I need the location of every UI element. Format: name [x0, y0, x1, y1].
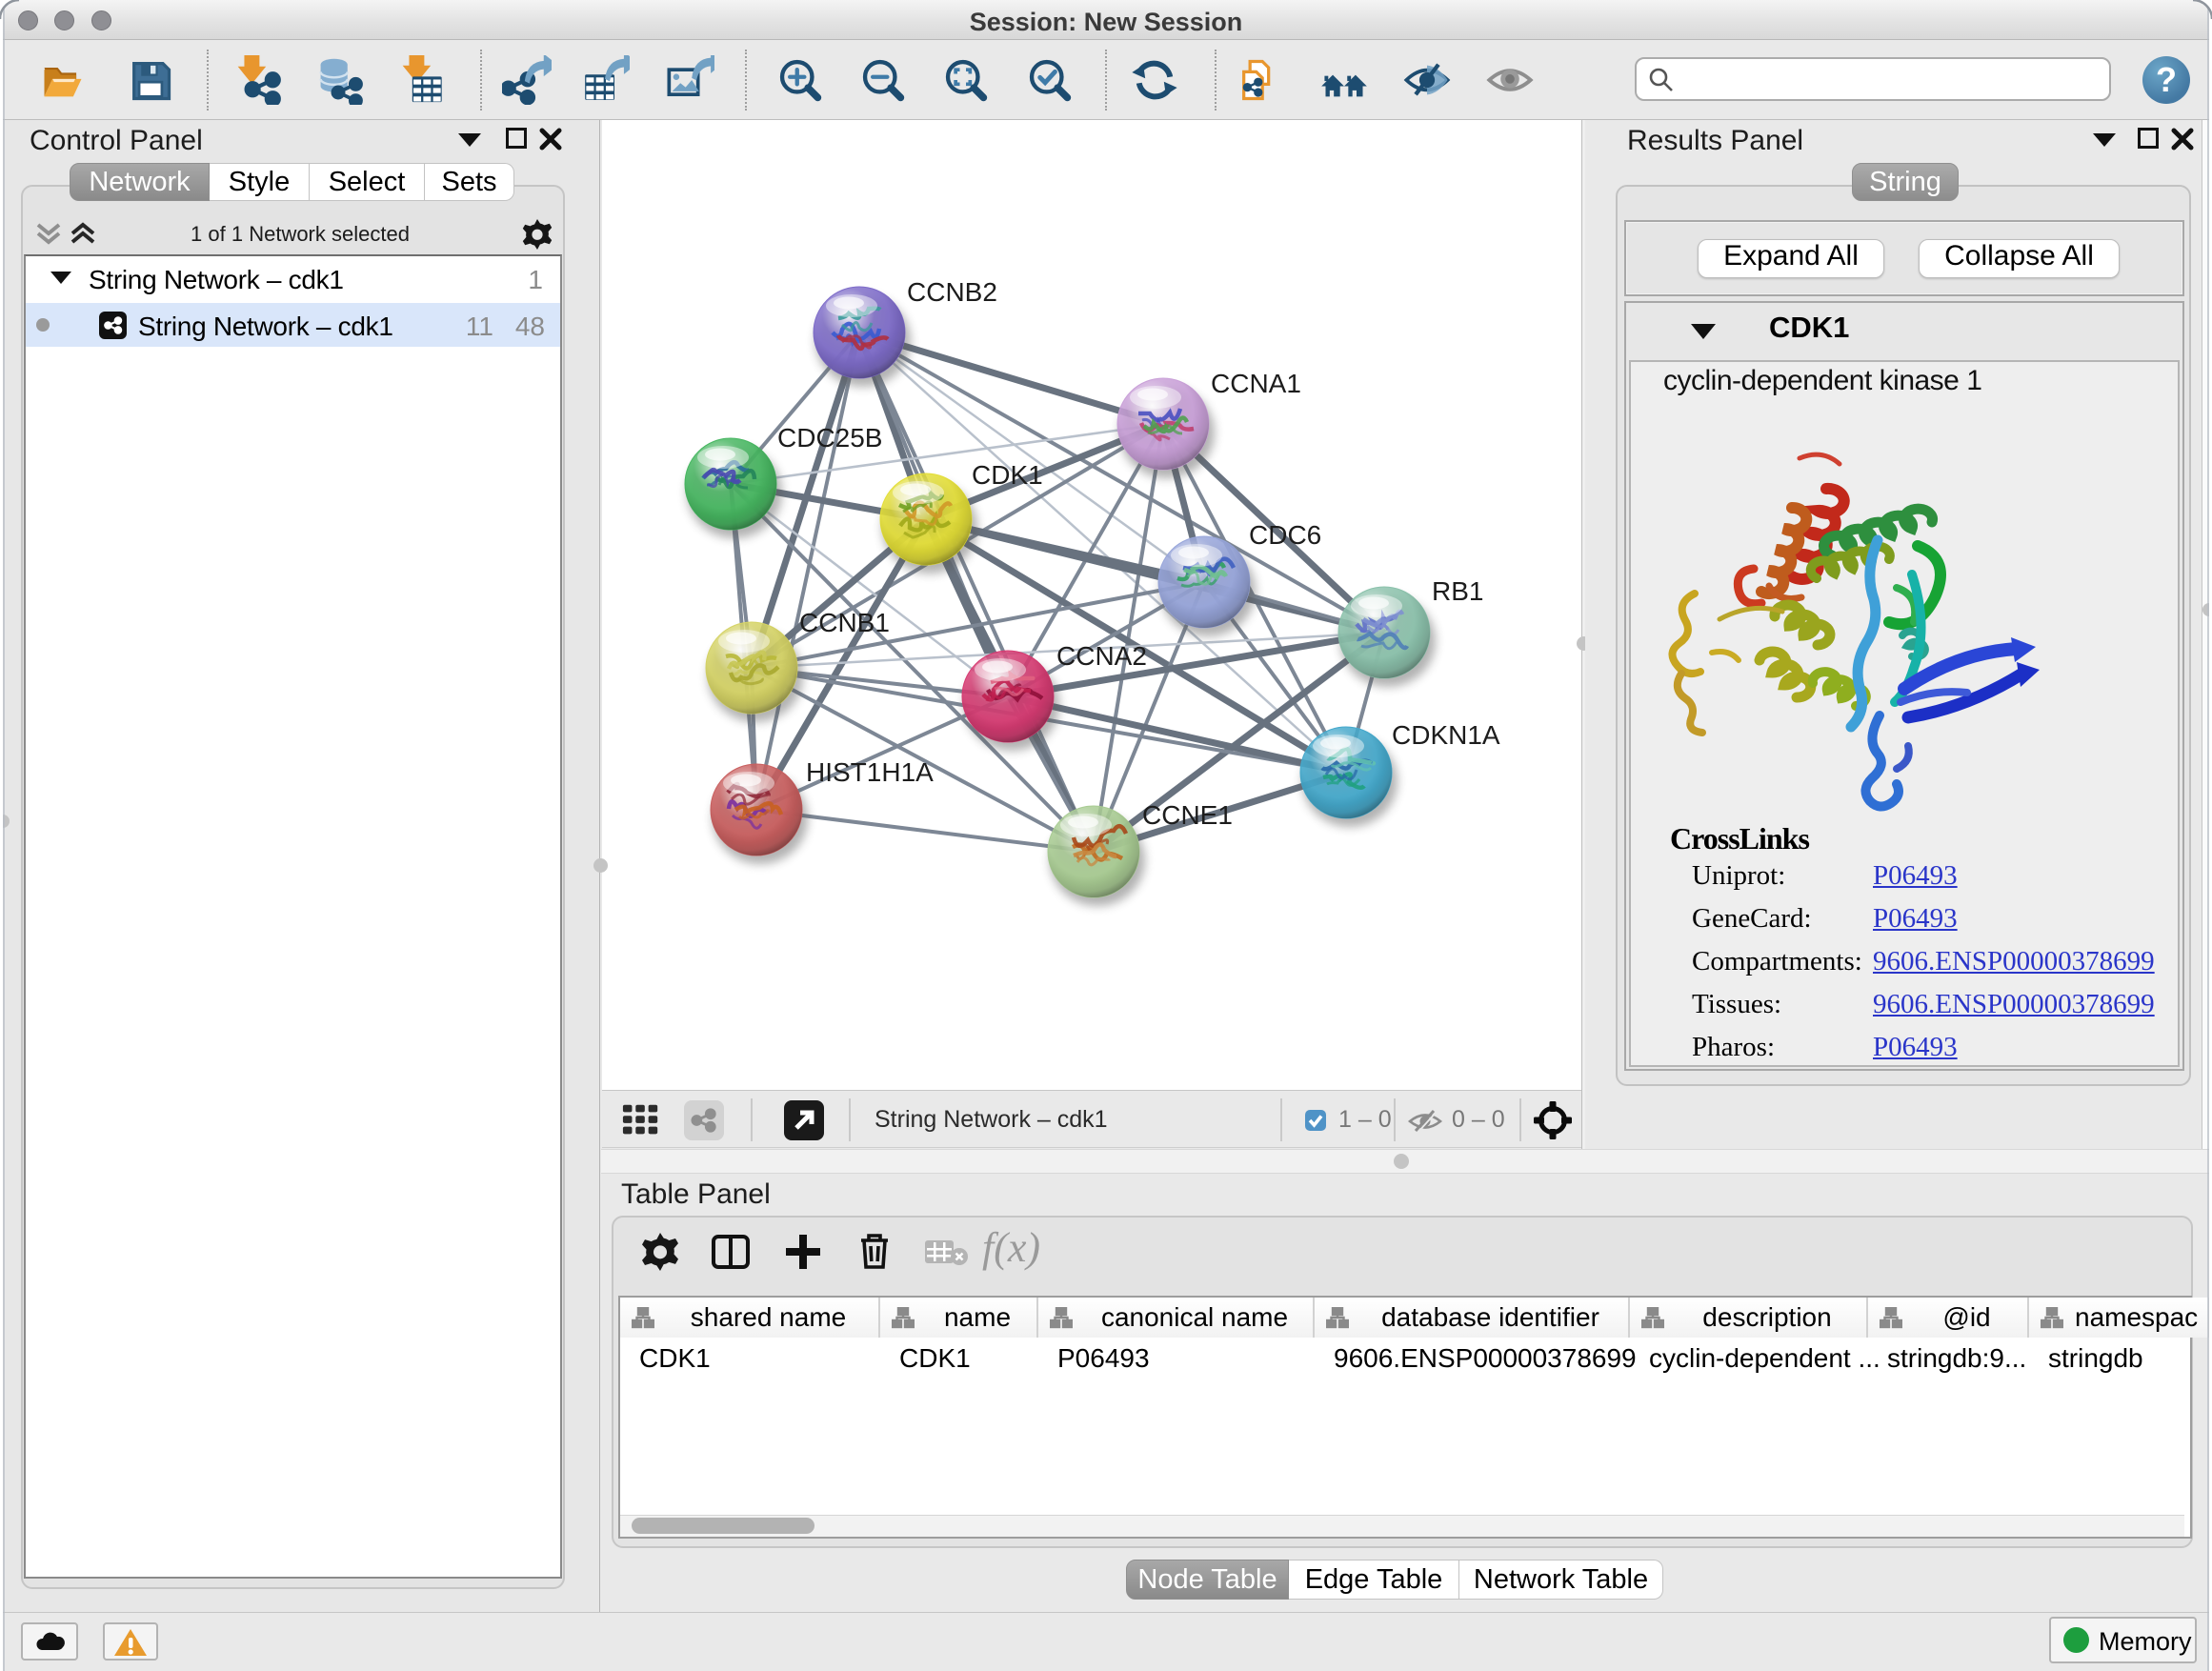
svg-text:CDK1: CDK1	[972, 460, 1043, 490]
svg-text:CCNA2: CCNA2	[1056, 641, 1147, 671]
svg-text:CCNB2: CCNB2	[907, 277, 997, 307]
svg-text:CCNE1: CCNE1	[1142, 800, 1233, 830]
svg-text:CDC6: CDC6	[1249, 520, 1321, 550]
svg-text:CCNA1: CCNA1	[1211, 369, 1301, 398]
svg-text:CDC25B: CDC25B	[777, 423, 882, 453]
svg-text:RB1: RB1	[1432, 576, 1483, 606]
svg-text:HIST1H1A: HIST1H1A	[806, 757, 934, 787]
svg-text:CDKN1A: CDKN1A	[1392, 720, 1500, 750]
svg-text:CCNB1: CCNB1	[799, 608, 890, 637]
